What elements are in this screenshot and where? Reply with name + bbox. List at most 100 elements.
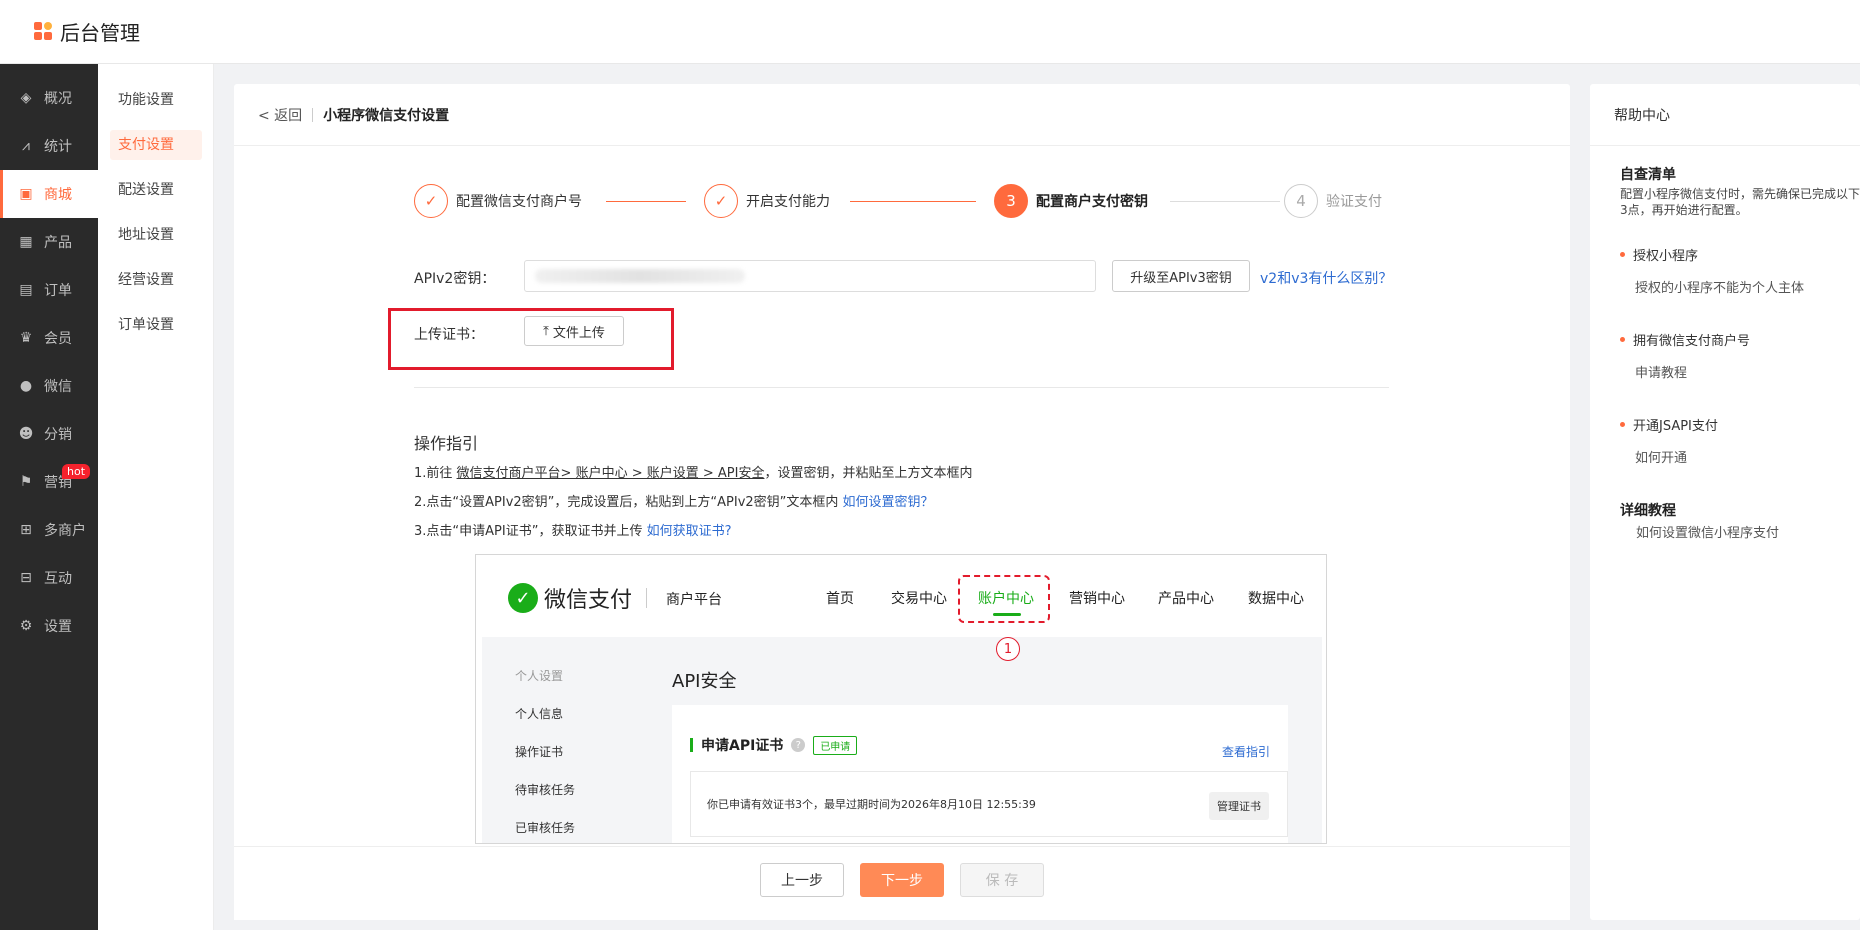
sidebar-item-orders[interactable]: ▤ 订单 bbox=[0, 266, 98, 314]
how-get-cert-link[interactable]: 如何获取证书? bbox=[647, 524, 732, 539]
chart-icon: ⩘ bbox=[22, 138, 30, 154]
wx-side-personal-info: 个人信息 bbox=[515, 707, 564, 721]
subnav-item-delivery[interactable]: 配送设置 bbox=[110, 175, 202, 205]
sidebar-item-distribution[interactable]: ☻ 分销 bbox=[0, 410, 98, 458]
sidebar-item-settings[interactable]: ⚙ 设置 bbox=[0, 602, 98, 650]
guide-text: ，设置密钥，并粘贴至上方文本框内 bbox=[764, 466, 973, 481]
wechat-pay-header: ✓ 微信支付 商户平台 首页 交易中心 账户中心 营销中心 产品中心 数据中心 bbox=[476, 555, 1326, 637]
tutorial-link[interactable]: 如何设置微信小程序支付 bbox=[1636, 522, 1779, 541]
sidebar-item-marketing[interactable]: ⚑ 营销 hot bbox=[0, 458, 98, 506]
breadcrumb: < 返回 小程序微信支付设置 bbox=[234, 84, 1570, 146]
save-button[interactable]: 保 存 bbox=[960, 863, 1044, 897]
masked-key bbox=[535, 269, 745, 283]
how-enable-link[interactable]: 如何开通 bbox=[1635, 447, 1687, 466]
wx-nav-home: 首页 bbox=[826, 591, 854, 607]
apply-tutorial-link[interactable]: 申请教程 bbox=[1635, 362, 1687, 381]
card-title-text: 申请API证书 bbox=[701, 738, 784, 754]
subnav-item-order[interactable]: 订单设置 bbox=[110, 310, 202, 340]
sidebar-item-label: 概况 bbox=[44, 91, 72, 107]
sidebar-item-label: 分销 bbox=[44, 427, 72, 443]
guide-title: 操作指引 bbox=[414, 434, 479, 453]
checklist-desc-line-1: 配置小程序微信支付时，需先确保已完成以下 bbox=[1620, 187, 1860, 201]
api-security-title: API安全 bbox=[672, 671, 737, 692]
sidebar-item-interact[interactable]: ⊟ 互动 bbox=[0, 554, 98, 602]
prev-step-button[interactable]: 上一步 bbox=[760, 863, 844, 897]
next-step-button[interactable]: 下一步 bbox=[860, 863, 944, 897]
app-logo[interactable]: 后台管理 bbox=[34, 17, 140, 46]
progress-steps: ✓ 配置微信支付商户号 ✓ 开启支付能力 3 配置商户支付密钥 4 验证支付 bbox=[414, 184, 1394, 220]
upload-cert-label: 上传证书： bbox=[414, 327, 484, 343]
api-cert-title: 申请API证书? 已申请 bbox=[690, 735, 858, 755]
upgrade-v3-button[interactable]: 升级至APIv3密钥 bbox=[1112, 260, 1250, 292]
guide-step-2: 2.点击“设置APIv2密钥”，完成设置后，粘贴到上方“APIv2密钥”文本框内… bbox=[414, 491, 934, 510]
upload-icon: ⤒ bbox=[543, 323, 549, 339]
guide-text: 1.前往 bbox=[414, 466, 457, 481]
guide-screenshot: ✓ 微信支付 商户平台 首页 交易中心 账户中心 营销中心 产品中心 数据中心 个… bbox=[475, 554, 1327, 844]
marker-number: 1 bbox=[996, 637, 1020, 661]
help-title: 帮助中心 bbox=[1590, 84, 1860, 146]
sidebar-item-wechat[interactable]: ● 微信 bbox=[0, 362, 98, 410]
v2-v3-diff-link[interactable]: v2和v3有什么区别？ bbox=[1260, 268, 1392, 288]
sidebar-item-members[interactable]: ♛ 会员 bbox=[0, 314, 98, 362]
manage-cert-button: 管理证书 bbox=[1209, 792, 1269, 820]
merchant-icon: ⊞ bbox=[20, 522, 32, 538]
wechat-pay-body: 个人设置 个人信息 操作证书 待审核任务 已审核任务 API安全 申请API证书… bbox=[482, 637, 1322, 843]
cert-info-box: 你已申请有效证书3个，最早过期时间为2026年8月10日 12:55:39 管理… bbox=[690, 771, 1288, 837]
logo-icon bbox=[34, 21, 54, 42]
how-set-key-link[interactable]: 如何设置密钥？ bbox=[843, 495, 934, 510]
sidebar-item-multi-merchant[interactable]: ⊞ 多商户 bbox=[0, 506, 98, 554]
gear-icon: ⚙ bbox=[19, 618, 33, 634]
grid-icon: ▦ bbox=[19, 234, 33, 250]
api-cert-card: 申请API证书? 已申请 查看指引 你已申请有效证书3个，最早过期时间为2026年… bbox=[672, 705, 1288, 843]
guide-step-1: 1.前往 微信支付商户平台> 账户中心 > 账户设置 > API安全，设置密钥，… bbox=[414, 462, 972, 481]
step-2: ✓ 开启支付能力 bbox=[704, 184, 830, 218]
wechat-pay-logo: ✓ 微信支付 bbox=[508, 582, 632, 614]
flag-icon: ⚑ bbox=[19, 474, 33, 490]
wx-nav-data: 数据中心 bbox=[1248, 591, 1304, 607]
checklist-title: 自查清单 bbox=[1620, 167, 1676, 183]
sidebar-item-label: 订单 bbox=[44, 283, 72, 299]
subnav-item-function[interactable]: 功能设置 bbox=[110, 85, 202, 115]
help-icon: ? bbox=[791, 738, 806, 752]
footer-bar: 上一步 下一步 保 存 bbox=[234, 846, 1570, 920]
api-key-input[interactable] bbox=[524, 260, 1096, 292]
step-connector bbox=[606, 201, 686, 202]
step-4: 4 验证支付 bbox=[1284, 184, 1382, 218]
sidebar-item-overview[interactable]: ◈ 概况 bbox=[0, 74, 98, 122]
file-upload-button[interactable]: ⤒ 文件上传 bbox=[524, 316, 624, 346]
breadcrumb-divider bbox=[312, 107, 314, 122]
sidebar-item-label: 会员 bbox=[44, 331, 72, 347]
wx-side-op-cert: 操作证书 bbox=[515, 745, 564, 759]
sidebar-item-label: 统计 bbox=[44, 139, 72, 155]
page-title: 小程序微信支付设置 bbox=[323, 107, 450, 124]
order-icon: ▤ bbox=[19, 282, 33, 298]
sidebar-item-label: 商城 bbox=[44, 187, 72, 203]
step-label: 开启支付能力 bbox=[746, 194, 830, 210]
step-connector bbox=[850, 201, 976, 202]
subnav-item-payment[interactable]: 支付设置 bbox=[110, 130, 202, 160]
step-1: ✓ 配置微信支付商户号 bbox=[414, 184, 582, 218]
api-key-label: APIv2密钥： bbox=[414, 271, 496, 287]
sub-nav: 功能设置 支付设置 配送设置 地址设置 经营设置 订单设置 bbox=[98, 64, 214, 930]
subnav-item-address[interactable]: 地址设置 bbox=[110, 220, 202, 250]
guide-text: 2.点击“设置APIv2密钥”，完成设置后，粘贴到上方“APIv2密钥”文本框内 bbox=[414, 495, 843, 510]
back-link[interactable]: < 返回 bbox=[258, 105, 302, 125]
shop-icon: ▣ bbox=[19, 186, 33, 202]
main-panel: < 返回 小程序微信支付设置 ✓ 配置微信支付商户号 ✓ 开启支付能力 3 配置商户支… bbox=[234, 84, 1570, 920]
wx-nav-trade: 交易中心 bbox=[891, 591, 947, 607]
check-icon: ✓ bbox=[414, 184, 448, 218]
sidebar-item-label: 产品 bbox=[44, 235, 72, 251]
sidebar-item-label: 多商户 bbox=[44, 523, 86, 539]
wechat-icon: ● bbox=[19, 378, 33, 394]
merchant-path-link[interactable]: 微信支付商户平台> 账户中心 > 账户设置 > API安全 bbox=[457, 466, 765, 481]
merchant-platform-label: 商户平台 bbox=[666, 592, 722, 608]
wechat-pay-brand: 微信支付 bbox=[544, 588, 633, 613]
active-underline bbox=[993, 613, 1021, 616]
sidebar-item-stats[interactable]: ⩘ 统计 bbox=[0, 122, 98, 170]
sidebar-item-products[interactable]: ▦ 产品 bbox=[0, 218, 98, 266]
file-upload-label: 文件上传 bbox=[552, 325, 605, 341]
checklist-desc-line-2: 3点，再开始进行配置。 bbox=[1620, 203, 1748, 217]
sidebar-item-shop[interactable]: ▣ 商城 bbox=[0, 170, 98, 218]
top-bar: 后台管理 bbox=[0, 0, 1860, 64]
subnav-item-business[interactable]: 经营设置 bbox=[110, 265, 202, 295]
